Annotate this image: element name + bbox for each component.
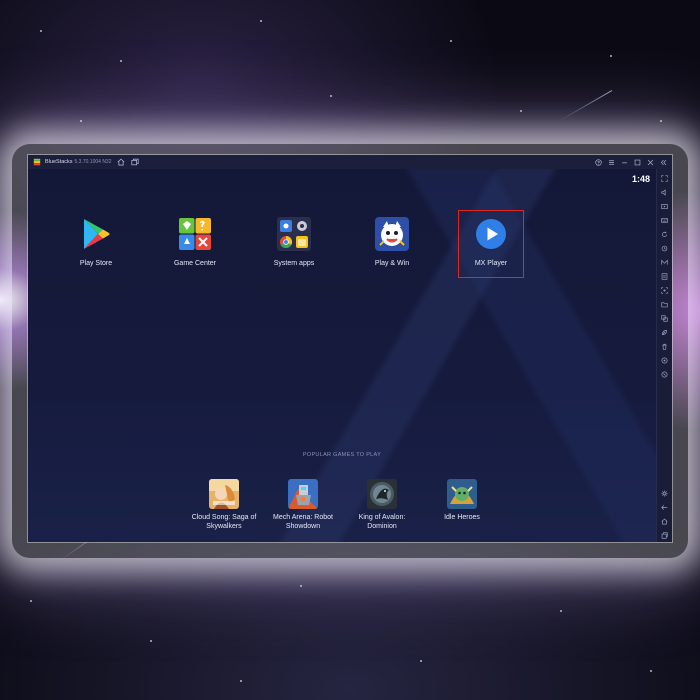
multi-instance-manager-icon[interactable]	[660, 314, 669, 323]
menu-icon[interactable]	[605, 155, 618, 169]
cloud-song-thumbnail-icon	[209, 479, 239, 509]
fullscreen-icon[interactable]	[660, 174, 669, 183]
collapse-sidebar-icon[interactable]	[657, 155, 670, 169]
popular-games-heading: POPULAR GAMES TO PLAY	[302, 452, 382, 458]
game-label: Idle Heroes	[444, 514, 480, 521]
app-play-and-win[interactable]: Play & Win	[352, 217, 432, 267]
app-name: BlueStacks	[45, 159, 73, 165]
android-home-screen: 1:48 Play Store Game Center System apps …	[28, 169, 656, 542]
media-icon[interactable]	[660, 202, 669, 211]
app-label: Play Store	[79, 260, 113, 267]
mech-arena-thumbnail-icon	[288, 479, 318, 509]
back-icon[interactable]	[660, 503, 669, 512]
multi-instance-icon[interactable]	[131, 158, 140, 167]
close-icon[interactable]	[644, 155, 657, 169]
game-label: Cloud Song: Saga of Skywalkers	[191, 514, 257, 530]
macro-icon[interactable]	[660, 258, 669, 267]
shake-icon[interactable]	[660, 370, 669, 379]
window-controls	[592, 155, 670, 169]
bluestacks-logo-icon	[33, 158, 41, 166]
app-game-center[interactable]: Game Center	[155, 217, 235, 267]
play-store-icon	[79, 217, 113, 251]
sync-icon[interactable]	[660, 244, 669, 253]
maximize-icon[interactable]	[631, 155, 644, 169]
app-play-store[interactable]: Play Store	[56, 217, 136, 267]
location-icon[interactable]	[660, 356, 669, 365]
idle-heroes-thumbnail-icon	[447, 479, 477, 509]
folder-icon[interactable]	[660, 300, 669, 309]
home-icon[interactable]	[660, 517, 669, 526]
trash-icon[interactable]	[660, 342, 669, 351]
bluestacks-window: BlueStacks 5.3.70.1004 N32 1:48 Play Sto…	[28, 155, 672, 542]
game-mech-arena[interactable]: Mech Arena: Robot Showdown	[263, 479, 343, 531]
home-icon[interactable]	[117, 158, 126, 167]
app-label: System apps	[273, 260, 315, 267]
game-king-of-avalon[interactable]: King of Avalon: Dominion	[342, 479, 422, 531]
system-apps-icon	[277, 217, 311, 251]
app-label: Game Center	[173, 260, 217, 267]
eco-mode-icon[interactable]	[660, 328, 669, 337]
apk-install-icon[interactable]	[660, 272, 669, 281]
app-version: 5.3.70.1004 N32	[74, 159, 112, 165]
game-cloud-song[interactable]: Cloud Song: Saga of Skywalkers	[184, 479, 264, 531]
king-of-avalon-thumbnail-icon	[367, 479, 397, 509]
play-and-win-icon	[375, 217, 409, 251]
game-center-icon	[178, 217, 212, 251]
app-label: Play & Win	[374, 260, 410, 267]
mx-player-highlight-box	[458, 210, 524, 278]
help-icon[interactable]	[592, 155, 605, 169]
title-bar: BlueStacks 5.3.70.1004 N32	[28, 155, 672, 169]
keyboard-icon[interactable]	[660, 216, 669, 225]
rotate-icon[interactable]	[660, 230, 669, 239]
recent-apps-icon[interactable]	[660, 531, 669, 540]
game-label: King of Avalon: Dominion	[358, 514, 406, 530]
right-toolbar	[656, 169, 672, 542]
app-system-apps[interactable]: System apps	[254, 217, 334, 267]
settings-icon[interactable]	[660, 489, 669, 498]
game-label: Mech Arena: Robot Showdown	[273, 514, 333, 530]
screenshot-icon[interactable]	[660, 286, 669, 295]
volume-icon[interactable]	[660, 188, 669, 197]
game-idle-heroes[interactable]: Idle Heroes	[422, 479, 502, 522]
minimize-icon[interactable]	[618, 155, 631, 169]
status-time: 1:48	[631, 174, 650, 184]
